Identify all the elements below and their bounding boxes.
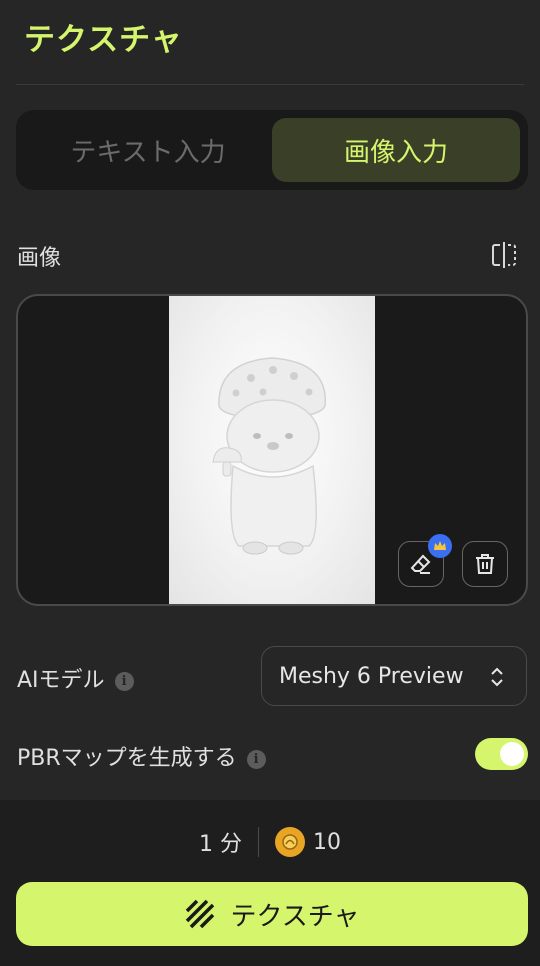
eraser-icon	[410, 554, 431, 574]
image-preview[interactable]	[16, 294, 528, 606]
texture-button-label: テクスチャ	[230, 901, 360, 932]
info-icon[interactable]: i	[246, 749, 266, 769]
chevron-updown-icon	[491, 667, 503, 687]
tab-text-input[interactable]: テキスト入力	[24, 118, 272, 182]
delete-image-button[interactable]	[462, 541, 508, 587]
credit-coin-icon	[275, 827, 305, 857]
ai-model-label: AIモデル	[17, 668, 105, 693]
ai-model-row-label: AIモデル i	[17, 662, 134, 694]
crown-icon	[428, 534, 452, 558]
input-mode-switch: テキスト入力 画像入力	[16, 110, 528, 190]
tab-image-input[interactable]: 画像入力	[272, 118, 520, 182]
toggle-knob	[500, 742, 524, 766]
image-label: 画像	[17, 246, 62, 271]
credit-cost: 10	[313, 829, 341, 855]
pbr-toggle[interactable]	[475, 738, 528, 770]
trash-icon	[476, 554, 494, 574]
texture-stripes-icon	[185, 899, 214, 929]
ai-model-value: Meshy 6 Preview	[279, 663, 464, 689]
pbr-label: PBRマップを生成する	[17, 746, 237, 771]
figurine-photo	[169, 296, 375, 604]
texture-generate-button[interactable]: テクスチャ	[16, 882, 528, 946]
header-divider	[16, 84, 524, 85]
cost-summary: 1 分 10	[0, 826, 540, 858]
compare-split-icon[interactable]	[489, 240, 519, 270]
info-icon[interactable]: i	[114, 671, 134, 691]
meta-divider	[258, 827, 259, 857]
time-estimate: 1 分	[199, 832, 242, 857]
page-title: テクスチャ	[24, 22, 183, 58]
pbr-row-label: PBRマップを生成する i	[17, 740, 266, 772]
ai-model-select[interactable]: Meshy 6 Preview	[261, 646, 527, 706]
